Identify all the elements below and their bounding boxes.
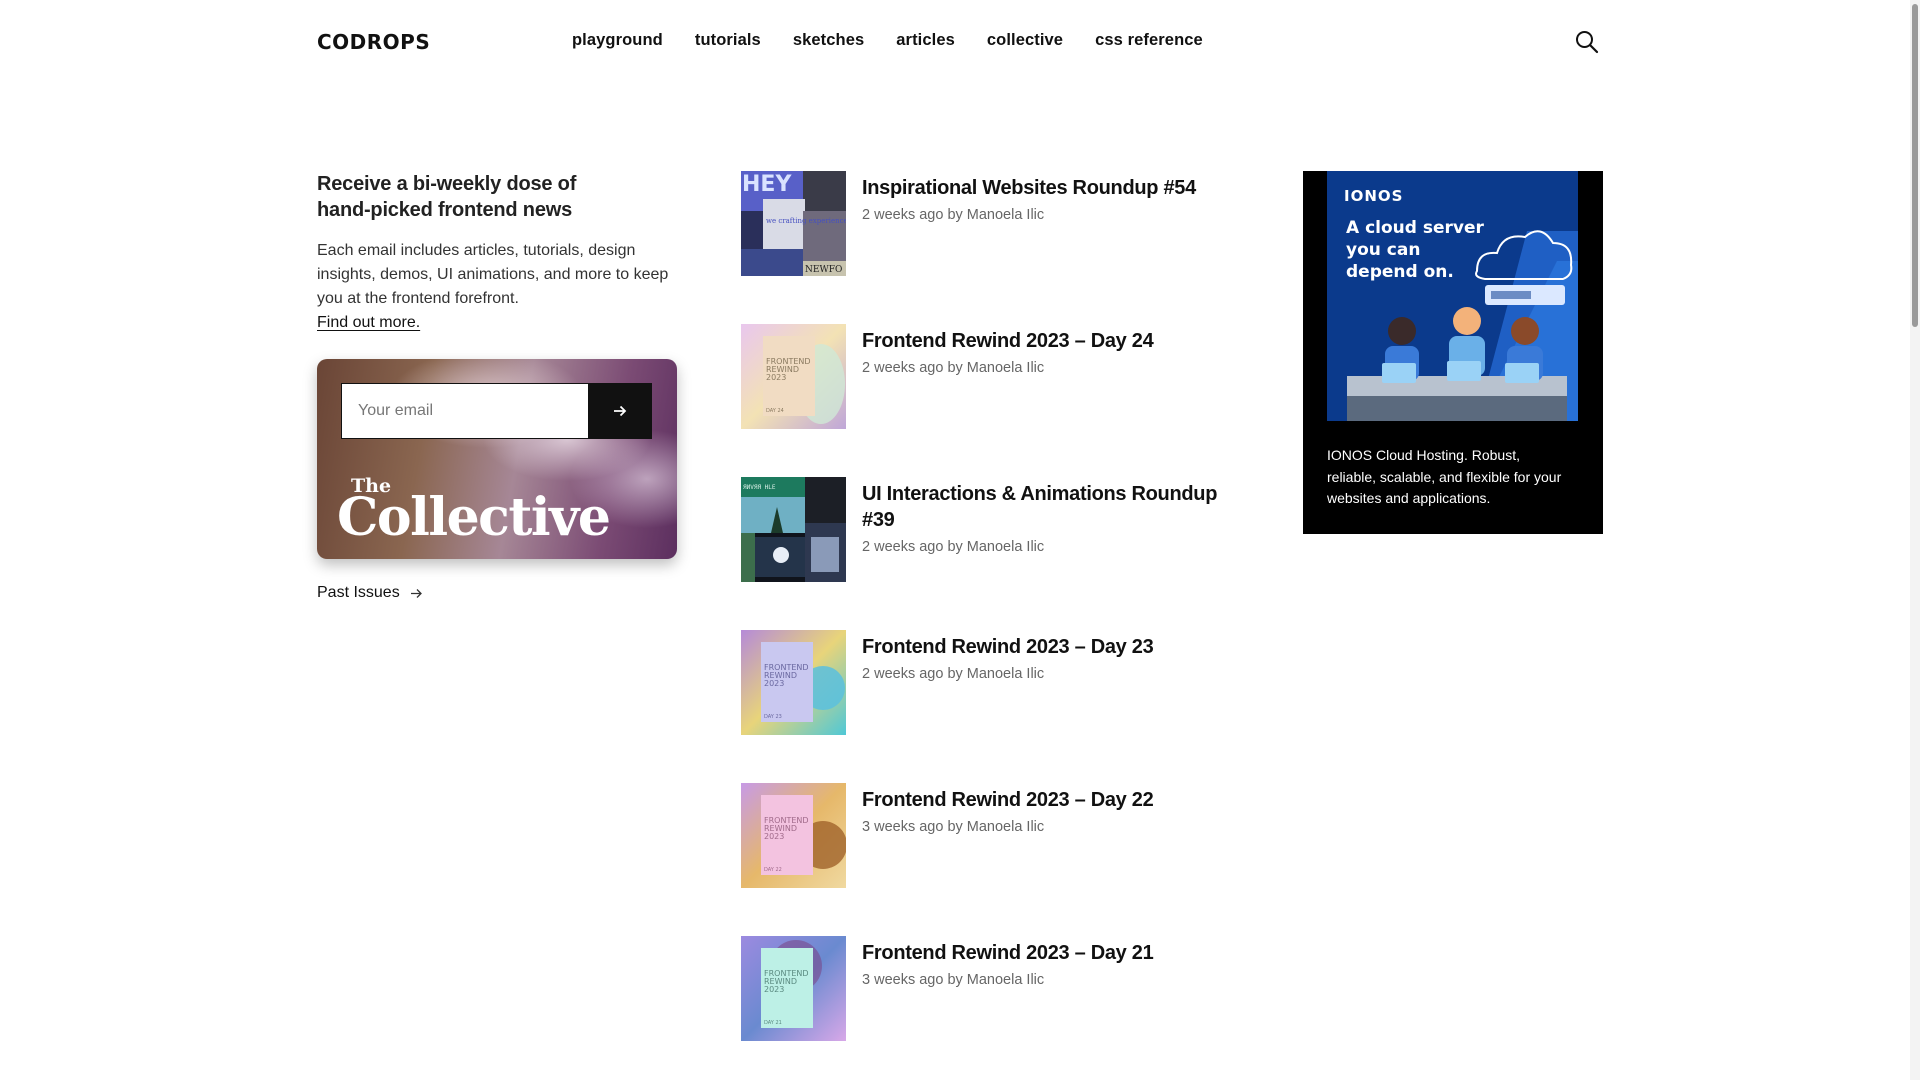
nav-css-reference[interactable]: css reference [1095, 31, 1203, 50]
thumb-text: 2023 [766, 373, 786, 382]
search-icon[interactable] [1574, 29, 1600, 55]
email-input[interactable] [341, 383, 588, 439]
post-title[interactable]: Frontend Rewind 2023 – Day 21 [862, 940, 1222, 966]
find-out-more-link[interactable]: Find out more. [317, 311, 420, 335]
newsletter-heading-line: hand-picked frontend news [317, 199, 573, 221]
thumb-text: DAY 21 [764, 1020, 782, 1026]
thumb-text: 2023 [764, 832, 784, 841]
post-item: FRONTEND REWIND 2023 DAY 22 Frontend Rew… [741, 783, 1221, 936]
post-title[interactable]: Inspirational Websites Roundup #54 [862, 175, 1222, 201]
nav-articles[interactable]: articles [896, 31, 955, 50]
newsletter-heading: Receive a bi-weekly dose of hand-picked … [317, 171, 687, 223]
nav-sketches[interactable]: sketches [793, 31, 864, 50]
thumb-text: NEWFO [805, 265, 842, 275]
post-title[interactable]: Frontend Rewind 2023 – Day 24 [862, 328, 1222, 354]
ad-headline: A cloud server [1346, 218, 1484, 238]
ad-brand: IONOS [1344, 187, 1403, 205]
ad-text: IONOS Cloud Hosting. Robust, reliable, s… [1327, 447, 1562, 506]
main-nav: playground tutorials sketches articles c… [572, 31, 1203, 50]
thumb-text: 2023 [764, 679, 784, 688]
post-meta: 2 weeks ago by Manoela Ilic [862, 666, 1045, 682]
post-thumbnail[interactable]: ЯИVЯЯ НLE [741, 477, 846, 582]
post-title[interactable]: Frontend Rewind 2023 – Day 23 [862, 634, 1222, 660]
ad-headline: you can [1346, 240, 1420, 260]
post-thumbnail[interactable]: FRONTEND REWIND 2023 DAY 22 [741, 783, 846, 888]
post-thumbnail[interactable]: FRONTEND REWIND 2023 DAY 23 [741, 630, 846, 735]
page-scrollbar [1910, 0, 1920, 1080]
email-form [341, 383, 652, 439]
nav-tutorials[interactable]: tutorials [695, 31, 761, 50]
past-issues-link[interactable]: Past Issues [317, 584, 423, 602]
post-meta: 2 weeks ago by Manoela Ilic [862, 207, 1045, 223]
sponsor-ad[interactable]: IONOS A cloud server you can depend on. … [1303, 171, 1603, 534]
ad-headline: depend on. [1346, 262, 1454, 282]
arrow-right-icon [614, 405, 627, 417]
newsletter-section: Receive a bi-weekly dose of hand-picked … [317, 171, 687, 335]
nav-playground[interactable]: playground [572, 31, 663, 50]
site-logo[interactable]: CODROPS [317, 30, 430, 54]
post-item: FRONTEND REWIND 2023 DAY 24 Frontend Rew… [741, 324, 1221, 477]
past-issues-label: Past Issues [317, 584, 400, 601]
post-list: HEY we crafting experiences NEWFO Inspir… [741, 171, 1221, 1080]
post-thumbnail[interactable]: FRONTEND REWIND 2023 DAY 24 [741, 324, 846, 429]
post-meta: 2 weeks ago by Manoela Ilic [862, 539, 1045, 555]
post-meta: 3 weeks ago by Manoela Ilic [862, 819, 1045, 835]
scrollbar-thumb[interactable] [1912, 4, 1918, 327]
post-item: HEY we crafting experiences NEWFO Inspir… [741, 171, 1221, 324]
collective-logo-text: Collective [337, 487, 611, 548]
nav-collective[interactable]: collective [987, 31, 1063, 50]
post-meta: 3 weeks ago by Manoela Ilic [862, 972, 1045, 988]
post-meta: 2 weeks ago by Manoela Ilic [862, 360, 1045, 376]
post-item: FRONTEND REWIND 2023 DAY 21 Frontend Rew… [741, 936, 1221, 1080]
post-title[interactable]: Frontend Rewind 2023 – Day 22 [862, 787, 1222, 813]
thumb-text: 2023 [764, 985, 784, 994]
subscribe-button[interactable] [588, 383, 652, 439]
post-item: FRONTEND REWIND 2023 DAY 23 Frontend Rew… [741, 630, 1221, 783]
arrow-right-icon [410, 588, 422, 598]
thumb-text: DAY 22 [764, 867, 782, 873]
ad-image: IONOS A cloud server you can depend on. [1327, 171, 1578, 421]
post-thumbnail[interactable]: FRONTEND REWIND 2023 DAY 21 [741, 936, 846, 1041]
collective-signup-card: The Collective [317, 359, 677, 559]
newsletter-description: Each email includes articles, tutorials,… [317, 242, 669, 307]
post-thumbnail[interactable]: HEY we crafting experiences NEWFO [741, 171, 846, 276]
thumb-text: DAY 24 [766, 408, 784, 414]
post-item: ЯИVЯЯ НLE UI Interactions & Animations R… [741, 477, 1221, 630]
post-title[interactable]: UI Interactions & Animations Roundup #39 [862, 481, 1222, 533]
thumb-text: we crafting experiences [766, 217, 846, 225]
newsletter-heading-line: Receive a bi-weekly dose of [317, 173, 577, 195]
thumb-text: HEY [742, 172, 792, 197]
svg-text:ЯИVЯЯ НLE: ЯИVЯЯ НLE [743, 484, 776, 491]
thumb-text: DAY 23 [764, 714, 782, 720]
